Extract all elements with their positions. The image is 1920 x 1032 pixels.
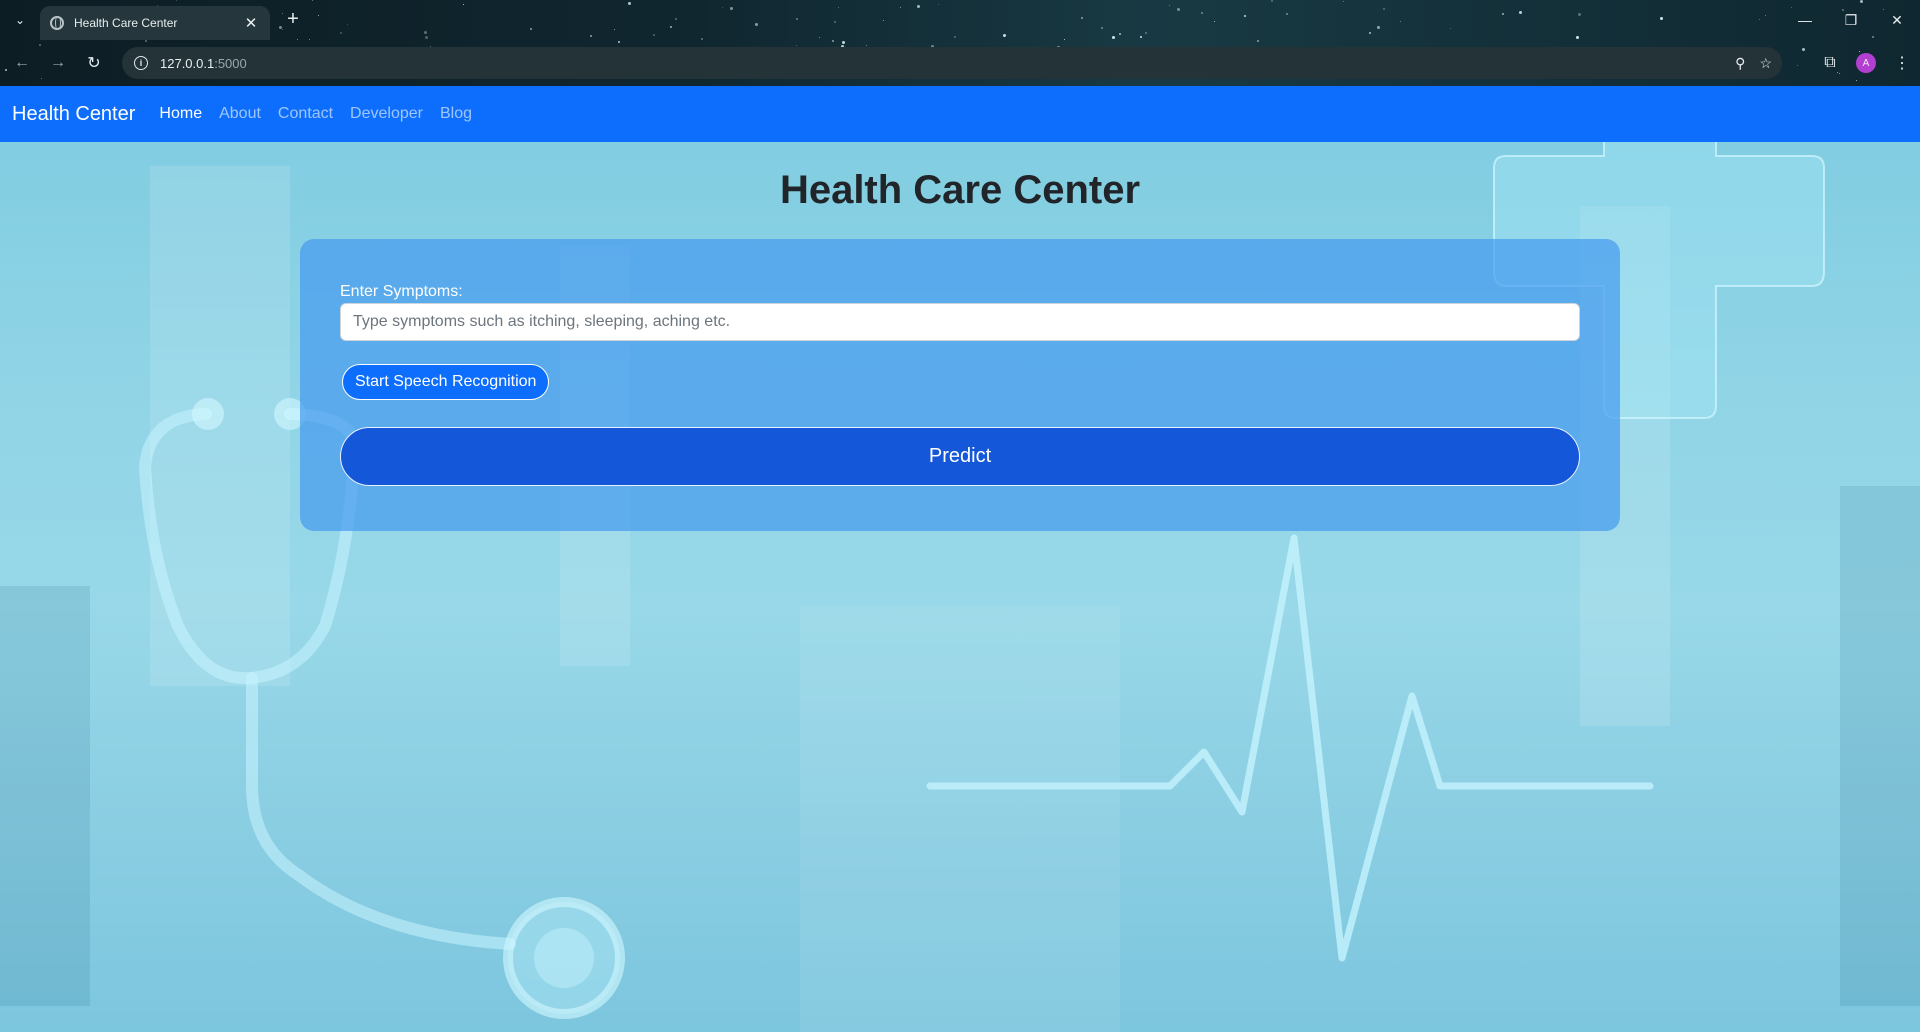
back-icon[interactable]: ← [8,49,36,77]
nav-link-contact[interactable]: Contact [278,105,333,123]
symptoms-input[interactable] [340,303,1580,341]
minimize-icon[interactable]: — [1782,0,1828,40]
star-dot [832,40,834,42]
tab-strip: ⌄ Health Care Center ✕ + — ❐ ✕ [0,0,1920,40]
window-close-icon[interactable]: ✕ [1874,0,1920,40]
navbar-brand[interactable]: Health Center [12,103,135,126]
navbar: Health Center Home About Contact Develop… [0,86,1920,142]
tab-list-icon[interactable]: ⌄ [8,8,32,32]
new-tab-button[interactable]: + [282,8,304,30]
page-title: Health Care Center [779,168,1141,212]
stethoscope-earpiece [192,398,224,430]
reload-icon[interactable]: ↻ [80,49,108,77]
star-dot [1257,40,1259,42]
avatar: A [1856,53,1876,73]
menu-icon[interactable]: ⋮ [1884,45,1920,81]
star-dot [618,41,620,43]
zoom-icon[interactable]: ⚲ [1735,55,1745,72]
nav-link-blog[interactable]: Blog [440,105,472,123]
url-host: 127.0.0.1 [160,55,215,71]
star-icon[interactable]: ☆ [1759,55,1772,72]
predict-button[interactable]: Predict [340,427,1580,486]
url-text: 127.0.0.1:5000 [160,56,247,71]
globe-icon [50,16,64,30]
browser-toolbar: ← → ↻ i 127.0.0.1:5000 ⚲ ☆ ⧉ A ⋮ [0,44,1920,82]
page-viewport: Health Center Home About Contact Develop… [0,86,1920,1032]
nav-link-home[interactable]: Home [159,105,202,123]
info-icon[interactable]: i [134,56,148,70]
star-dot [145,40,147,42]
address-bar-actions: ⚲ ☆ [1735,47,1772,79]
close-icon[interactable]: ✕ [242,14,260,32]
nav-link-developer[interactable]: Developer [350,105,423,123]
start-speech-recognition-button[interactable]: Start Speech Recognition [342,364,550,400]
address-bar[interactable]: i 127.0.0.1:5000 ⚲ ☆ [122,47,1782,79]
medical-decoration [138,86,1825,1019]
stethoscope-diaphragm [534,928,594,988]
nav-link-about[interactable]: About [219,105,261,123]
window-controls: — ❐ ✕ [1782,0,1920,40]
symptoms-label: Enter Symptoms: [340,283,463,300]
heartbeat-line-icon [926,534,1654,962]
extensions-icon[interactable]: ⧉ [1812,45,1848,81]
profile-button[interactable]: A [1848,45,1884,81]
toolbar-actions: ⧉ A ⋮ [1812,44,1920,82]
symptom-form: Enter Symptoms: Start Speech Recognition… [300,239,1620,531]
tab-title: Health Care Center [74,16,178,30]
browser-chrome: ⌄ Health Care Center ✕ + — ❐ ✕ ← → ↻ i 1… [0,0,1920,86]
url-port: :5000 [214,55,247,71]
forward-icon[interactable]: → [44,49,72,77]
restore-icon[interactable]: ❐ [1828,0,1874,40]
browser-tab[interactable]: Health Care Center ✕ [40,6,270,40]
